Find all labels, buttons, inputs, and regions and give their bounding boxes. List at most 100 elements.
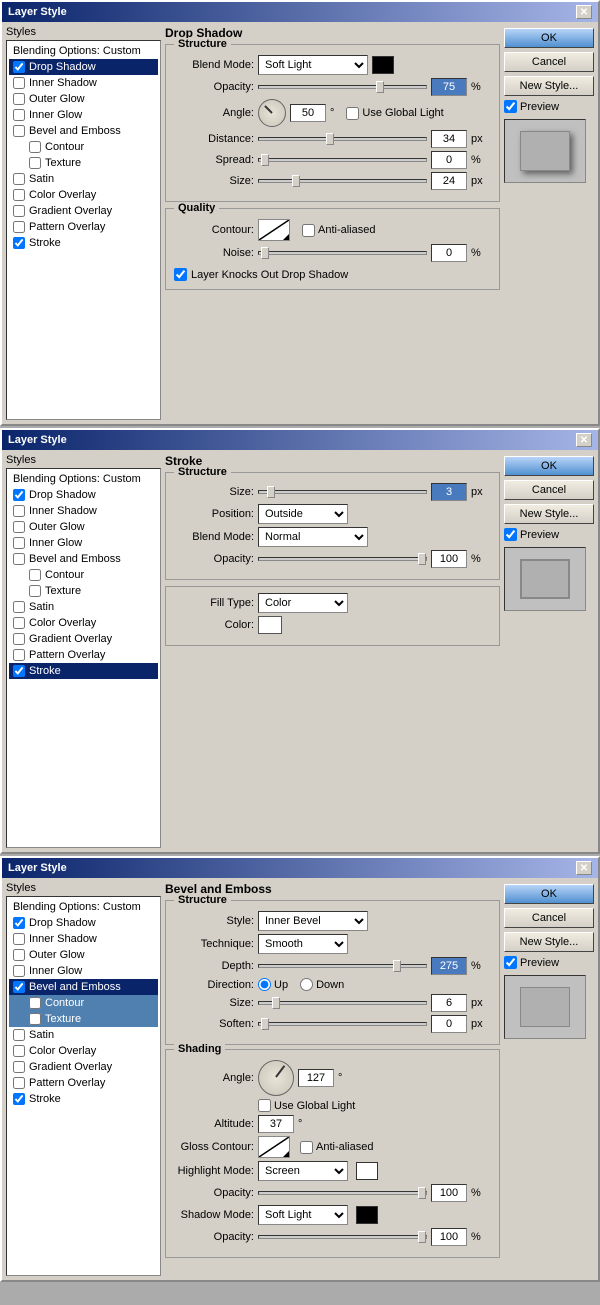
stroke-item-2[interactable]: Stroke bbox=[9, 663, 158, 679]
stroke-check-1[interactable] bbox=[13, 237, 25, 249]
soften-thumb-3[interactable] bbox=[261, 1018, 269, 1030]
noise-slider-1[interactable] bbox=[258, 251, 427, 255]
size-thumb-3[interactable] bbox=[272, 997, 280, 1009]
distance-slider-1[interactable] bbox=[258, 137, 427, 141]
soften-input-3[interactable] bbox=[431, 1015, 467, 1033]
opacity-thumb-1[interactable] bbox=[376, 81, 384, 93]
texture-item-1[interactable]: Texture bbox=[9, 155, 158, 171]
ok-button-2[interactable]: OK bbox=[504, 456, 594, 476]
shadow-mode-select-3[interactable]: Soft Light bbox=[258, 1205, 348, 1225]
fill-type-select-2[interactable]: Color bbox=[258, 593, 348, 613]
gloss-contour-thumb-3[interactable] bbox=[258, 1136, 290, 1158]
gradient-overlay-item-2[interactable]: Gradient Overlay bbox=[9, 631, 158, 647]
blend-color-swatch-1[interactable] bbox=[372, 56, 394, 74]
pattern-overlay-check-3[interactable] bbox=[13, 1077, 25, 1089]
inner-glow-check-1[interactable] bbox=[13, 109, 25, 121]
opacity-input-1[interactable] bbox=[431, 78, 467, 96]
cancel-button-1[interactable]: Cancel bbox=[504, 52, 594, 72]
satin-check-1[interactable] bbox=[13, 173, 25, 185]
inner-shadow-check-1[interactable] bbox=[13, 77, 25, 89]
blend-mode-select-2[interactable]: Normal bbox=[258, 527, 368, 547]
contour-item-1[interactable]: Contour bbox=[9, 139, 158, 155]
drop-shadow-item-1[interactable]: Drop Shadow bbox=[9, 59, 158, 75]
new-style-button-2[interactable]: New Style... bbox=[504, 504, 594, 524]
new-style-button-3[interactable]: New Style... bbox=[504, 932, 594, 952]
highlight-opacity-input-3[interactable] bbox=[431, 1184, 467, 1202]
size-thumb-2[interactable] bbox=[267, 486, 275, 498]
spread-input-1[interactable] bbox=[431, 151, 467, 169]
drop-shadow-check-3[interactable] bbox=[13, 917, 25, 929]
noise-input-1[interactable] bbox=[431, 244, 467, 262]
direction-up-radio-3[interactable] bbox=[258, 978, 271, 991]
gradient-overlay-check-2[interactable] bbox=[13, 633, 25, 645]
size-slider-3[interactable] bbox=[258, 1001, 427, 1005]
color-overlay-check-3[interactable] bbox=[13, 1045, 25, 1057]
soften-slider-3[interactable] bbox=[258, 1022, 427, 1026]
inner-shadow-item-1[interactable]: Inner Shadow bbox=[9, 75, 158, 91]
shadow-opacity-thumb-3[interactable] bbox=[418, 1231, 426, 1243]
contour-thumb-1[interactable] bbox=[258, 219, 290, 241]
outer-glow-item-2[interactable]: Outer Glow bbox=[9, 519, 158, 535]
color-overlay-check-2[interactable] bbox=[13, 617, 25, 629]
opacity-thumb-2[interactable] bbox=[418, 553, 426, 565]
preview-check-2[interactable] bbox=[504, 528, 517, 541]
size-input-1[interactable] bbox=[431, 172, 467, 190]
highlight-opacity-slider-3[interactable] bbox=[258, 1191, 427, 1195]
opacity-slider-2[interactable] bbox=[258, 557, 427, 561]
contour-item-3[interactable]: Contour bbox=[9, 995, 158, 1011]
opacity-input-2[interactable] bbox=[431, 550, 467, 568]
blending-options-item-2[interactable]: Blending Options: Custom bbox=[9, 471, 158, 487]
color-overlay-item-1[interactable]: Color Overlay bbox=[9, 187, 158, 203]
stroke-check-2[interactable] bbox=[13, 665, 25, 677]
satin-item-3[interactable]: Satin bbox=[9, 1027, 158, 1043]
gradient-overlay-check-1[interactable] bbox=[13, 205, 25, 217]
spread-slider-1[interactable] bbox=[258, 158, 427, 162]
close-button-3[interactable]: ✕ bbox=[576, 861, 592, 875]
drop-shadow-item-2[interactable]: Drop Shadow bbox=[9, 487, 158, 503]
blending-options-item-1[interactable]: Blending Options: Custom bbox=[9, 43, 158, 59]
distance-thumb-1[interactable] bbox=[326, 133, 334, 145]
contour-check-1[interactable] bbox=[29, 141, 41, 153]
inner-shadow-item-2[interactable]: Inner Shadow bbox=[9, 503, 158, 519]
bevel-emboss-check-1[interactable] bbox=[13, 125, 25, 137]
satin-item-2[interactable]: Satin bbox=[9, 599, 158, 615]
color-overlay-check-1[interactable] bbox=[13, 189, 25, 201]
satin-item-1[interactable]: Satin bbox=[9, 171, 158, 187]
noise-thumb-1[interactable] bbox=[261, 247, 269, 259]
shadow-opacity-input-3[interactable] bbox=[431, 1228, 467, 1246]
color-overlay-item-2[interactable]: Color Overlay bbox=[9, 615, 158, 631]
blending-options-item-3[interactable]: Blending Options: Custom bbox=[9, 899, 158, 915]
bevel-emboss-item-1[interactable]: Bevel and Emboss bbox=[9, 123, 158, 139]
inner-glow-item-1[interactable]: Inner Glow bbox=[9, 107, 158, 123]
outer-glow-item-3[interactable]: Outer Glow bbox=[9, 947, 158, 963]
spread-thumb-1[interactable] bbox=[261, 154, 269, 166]
global-light-check-3[interactable] bbox=[258, 1099, 271, 1112]
bevel-emboss-item-3[interactable]: Bevel and Emboss bbox=[9, 979, 158, 995]
pattern-overlay-check-1[interactable] bbox=[13, 221, 25, 233]
bevel-angle-dial-3[interactable] bbox=[258, 1060, 294, 1096]
color-overlay-item-3[interactable]: Color Overlay bbox=[9, 1043, 158, 1059]
bevel-emboss-check-3[interactable] bbox=[13, 981, 25, 993]
pattern-overlay-item-3[interactable]: Pattern Overlay bbox=[9, 1075, 158, 1091]
drop-shadow-check-1[interactable] bbox=[13, 61, 25, 73]
anti-alias-check-3[interactable] bbox=[300, 1141, 313, 1154]
blend-mode-select-1[interactable]: Soft Light bbox=[258, 55, 368, 75]
stroke-check-3[interactable] bbox=[13, 1093, 25, 1105]
stroke-item-3[interactable]: Stroke bbox=[9, 1091, 158, 1107]
contour-check-3[interactable] bbox=[29, 997, 41, 1009]
depth-input-3[interactable] bbox=[431, 957, 467, 975]
close-button-1[interactable]: ✕ bbox=[576, 5, 592, 19]
shadow-opacity-slider-3[interactable] bbox=[258, 1235, 427, 1239]
gradient-overlay-item-3[interactable]: Gradient Overlay bbox=[9, 1059, 158, 1075]
highlight-color-swatch-3[interactable] bbox=[356, 1162, 378, 1180]
preview-check-1[interactable] bbox=[504, 100, 517, 113]
bevel-emboss-check-2[interactable] bbox=[13, 553, 25, 565]
size-slider-2[interactable] bbox=[258, 490, 427, 494]
highlight-opacity-thumb-3[interactable] bbox=[418, 1187, 426, 1199]
angle-dial-1[interactable] bbox=[258, 99, 286, 127]
distance-input-1[interactable] bbox=[431, 130, 467, 148]
depth-slider-3[interactable] bbox=[258, 964, 427, 968]
pattern-overlay-check-2[interactable] bbox=[13, 649, 25, 661]
ok-button-1[interactable]: OK bbox=[504, 28, 594, 48]
texture-check-1[interactable] bbox=[29, 157, 41, 169]
